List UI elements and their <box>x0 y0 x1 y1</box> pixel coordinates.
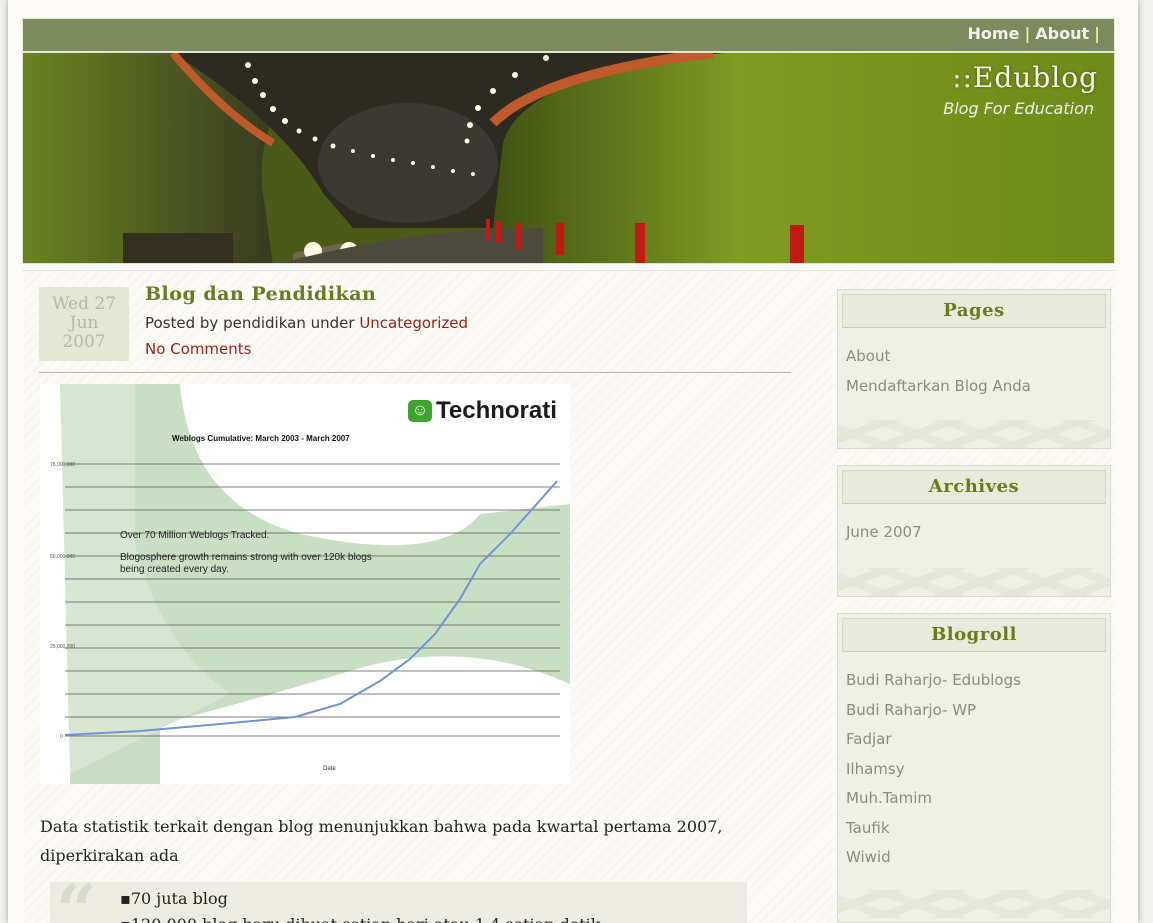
post-paragraph: Data statistik terkait dengan blog menun… <box>40 817 723 865</box>
blogroll-link[interactable]: Ilhamsy <box>846 755 1102 785</box>
widget-title: Pages <box>842 294 1106 328</box>
post-date-badge: Wed 27 Jun 2007 <box>39 287 129 361</box>
blogroll-link[interactable]: Taufik <box>846 814 1102 844</box>
nav-separator: | <box>1094 24 1100 43</box>
site-tagline: Blog For Education <box>943 99 1094 118</box>
nav-separator: | <box>1024 24 1031 43</box>
chart-background: 75,000,000 50,000,000 25,000,000 0 <box>50 384 570 784</box>
widget-decoration <box>838 420 1110 448</box>
top-nav: Home | About | <box>968 24 1100 43</box>
archives-widget: Archives June 2007 <box>837 465 1111 597</box>
widget-decoration <box>838 890 1110 918</box>
technorati-chart-image: 75,000,000 50,000,000 25,000,000 0 ☺ Techn… <box>40 384 570 784</box>
sidebar-link-about[interactable]: About <box>846 342 1102 372</box>
post-author-line: Posted by pendidikan under <box>145 314 355 332</box>
blogroll-link[interactable]: Fadjar <box>846 725 1102 755</box>
quote-mark-icon: “ <box>56 869 97 923</box>
widget-title: Blogroll <box>842 618 1106 652</box>
technorati-icon: ☺ <box>408 400 432 422</box>
header-banner: ::Edublog Blog For Education <box>22 52 1115 264</box>
quote-list: ▪70 juta blog ▪120.000 blog baru dibuat … <box>120 886 600 923</box>
pages-widget: Pages About Mendaftarkan Blog Anda <box>837 289 1111 449</box>
sidebar-link-register-blog[interactable]: Mendaftarkan Blog Anda <box>846 372 1102 402</box>
post-title[interactable]: Blog dan Pendidikan <box>145 283 376 305</box>
chart-note-tracked: Over 70 Million Weblogs Tracked. <box>120 530 270 541</box>
blogroll-link[interactable]: Budi Raharjo- WP <box>846 696 1102 726</box>
blogroll-link[interactable]: Wiwid <box>846 843 1102 873</box>
post-date-year: 2007 <box>62 332 106 352</box>
chart-title: Weblogs Cumulative: March 2003 - March 2… <box>172 434 350 443</box>
blogroll-link[interactable]: Muh.Tamim <box>846 784 1102 814</box>
site-title[interactable]: ::Edublog <box>952 61 1098 94</box>
blogroll-link[interactable]: Budi Raharjo- Edublogs <box>846 666 1102 696</box>
post-divider <box>39 372 791 373</box>
list-item: ▪120.000 blog baru dibuat setiap hari at… <box>120 912 600 923</box>
svg-text:25,000,000: 25,000,000 <box>50 644 75 650</box>
widget-title: Archives <box>842 470 1106 504</box>
post-blockquote: “ ▪70 juta blog ▪120.000 blog baru dibua… <box>50 876 747 923</box>
post-category-link[interactable]: Uncategorized <box>359 314 468 332</box>
list-item: ▪70 juta blog <box>120 889 228 908</box>
svg-text:75,000,000: 75,000,000 <box>50 462 75 468</box>
chart-note-growth: Blogosphere growth remains strong with o… <box>120 552 372 575</box>
nav-about-link[interactable]: About <box>1035 24 1089 43</box>
blogroll-widget: Blogroll Budi Raharjo- Edublogs Budi Rah… <box>837 613 1111 923</box>
svg-text:50,000,000: 50,000,000 <box>50 554 75 560</box>
nav-home-link[interactable]: Home <box>968 24 1020 43</box>
technorati-logo: ☺ Technorati <box>408 397 557 425</box>
svg-text:0: 0 <box>60 734 63 740</box>
technorati-logo-text: Technorati <box>436 397 557 424</box>
post-comments-link[interactable]: No Comments <box>145 340 251 358</box>
widget-decoration <box>838 568 1110 596</box>
top-nav-bar: Home | About | <box>22 18 1115 52</box>
post-meta: Posted by pendidikan under Uncategorized… <box>145 310 468 362</box>
post-date-month: Jun <box>69 313 99 333</box>
sidebar-link-june-2007[interactable]: June 2007 <box>846 518 1102 548</box>
post-date-day: Wed 27 <box>51 294 117 314</box>
chart-x-axis-label: Date <box>323 766 336 772</box>
